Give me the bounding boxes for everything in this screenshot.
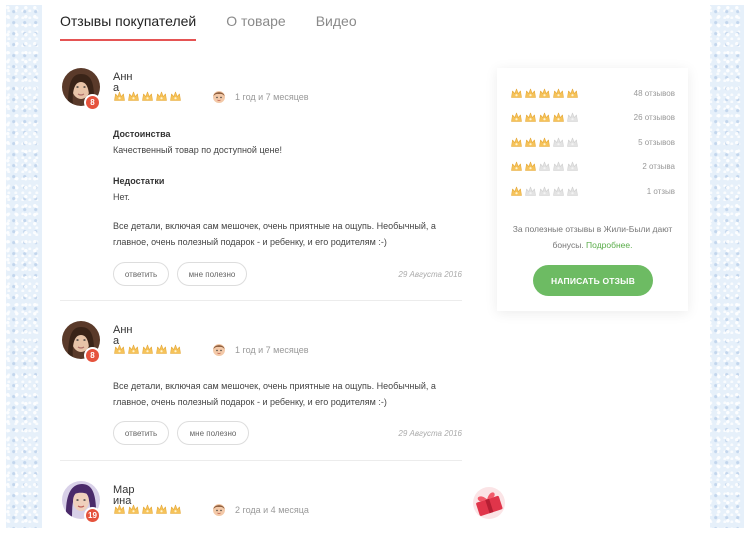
divider — [60, 300, 462, 301]
star-filled-icon — [511, 112, 522, 122]
divider — [60, 460, 462, 461]
product-tabs: Отзывы покупателей О товаре Видео — [60, 13, 357, 41]
star-filled-icon — [114, 91, 125, 101]
pros-text: Качественный товар по доступной цене! — [113, 145, 282, 155]
rating-count: 26 отзывов — [633, 113, 675, 122]
rating-count: 48 отзывов — [633, 89, 675, 98]
pros-title: Достоинства — [113, 129, 171, 139]
rating-row[interactable]: 26 отзывов — [510, 111, 675, 125]
review-comment: Все детали, включая сам мешочек, очень п… — [113, 381, 436, 407]
background-pattern-right — [708, 5, 744, 528]
star-filled-icon — [539, 137, 550, 147]
star-filled-icon — [525, 161, 536, 171]
star-empty-icon — [553, 161, 564, 171]
rating-row[interactable]: 2 отзыва — [510, 160, 675, 174]
review-item: 19 Марина 2 года и 4 месяца — [60, 481, 462, 528]
review-item: 8 Анна 1 год и 7 месяцев Все детали, вкл… — [60, 321, 462, 451]
tab-reviews[interactable]: Отзывы покупателей — [60, 13, 197, 41]
baby-face-icon — [213, 91, 225, 103]
cons-title: Недостатки — [113, 176, 165, 186]
rating-stars — [510, 136, 579, 149]
rating-row[interactable]: 1 отзыв — [510, 185, 675, 199]
baby-face-icon — [213, 344, 225, 356]
star-empty-icon — [553, 186, 564, 196]
cons-text: Нет. — [113, 192, 130, 202]
user-level-badge: 19 — [84, 507, 101, 524]
star-filled-icon — [525, 88, 536, 98]
star-filled-icon — [511, 88, 522, 98]
star-empty-icon — [553, 137, 564, 147]
bonus-info: За полезные отзывы в Жили-Были дают бону… — [509, 221, 676, 253]
star-empty-icon — [567, 186, 578, 196]
child-age: 1 год и 7 месяцев — [235, 92, 309, 102]
rating-count: 1 отзыв — [646, 187, 675, 196]
star-empty-icon — [539, 186, 550, 196]
star-filled-icon — [128, 91, 139, 101]
background-pattern-left — [6, 5, 42, 528]
star-filled-icon — [525, 112, 536, 122]
star-empty-icon — [567, 112, 578, 122]
star-filled-icon — [142, 91, 153, 101]
star-filled-icon — [142, 344, 153, 354]
star-filled-icon — [170, 91, 181, 101]
tab-video[interactable]: Видео — [316, 13, 357, 41]
review-stars — [113, 90, 182, 103]
star-filled-icon — [142, 504, 153, 514]
star-filled-icon — [114, 344, 125, 354]
star-filled-icon — [511, 186, 522, 196]
review-date: 29 Августа 2016 — [398, 429, 462, 438]
review-date: 29 Августа 2016 — [398, 270, 462, 279]
star-filled-icon — [114, 504, 125, 514]
child-age: 1 год и 7 месяцев — [235, 345, 309, 355]
star-filled-icon — [128, 344, 139, 354]
star-filled-icon — [156, 91, 167, 101]
rating-row[interactable]: 48 отзывов — [510, 87, 675, 101]
review-stars — [113, 343, 182, 356]
rating-stars — [510, 185, 579, 198]
product-content-panel: Отзывы покупателей О товаре Видео 8 Анна… — [42, 5, 710, 528]
star-empty-icon — [539, 161, 550, 171]
star-empty-icon — [525, 186, 536, 196]
write-review-button[interactable]: НАПИСАТЬ ОТЗЫВ — [533, 265, 653, 296]
star-filled-icon — [511, 161, 522, 171]
rating-count: 5 отзывов — [638, 138, 675, 147]
review-comment: Все детали, включая сам мешочек, очень п… — [113, 221, 436, 247]
star-empty-icon — [567, 161, 578, 171]
rating-stars — [510, 160, 579, 173]
bonus-details-link[interactable]: Подробнее. — [586, 240, 632, 250]
star-filled-icon — [567, 88, 578, 98]
star-filled-icon — [156, 504, 167, 514]
star-filled-icon — [539, 112, 550, 122]
tab-about-product[interactable]: О товаре — [226, 13, 285, 41]
review-stars — [113, 503, 182, 516]
helpful-button[interactable]: мне полезно — [177, 421, 249, 445]
rating-stars — [510, 87, 579, 100]
child-age: 2 года и 4 месяца — [235, 505, 309, 515]
star-filled-icon — [156, 344, 167, 354]
star-empty-icon — [567, 137, 578, 147]
reply-button[interactable]: ответить — [113, 421, 169, 445]
reply-button[interactable]: ответить — [113, 262, 169, 286]
star-filled-icon — [539, 88, 550, 98]
gift-icon — [473, 487, 505, 519]
user-level-badge: 8 — [84, 94, 101, 111]
review-item: 8 Анна 1 год и 7 месяцев Достоинства Кач… — [60, 68, 462, 288]
star-filled-icon — [553, 88, 564, 98]
star-filled-icon — [553, 112, 564, 122]
star-filled-icon — [170, 344, 181, 354]
user-level-badge: 8 — [84, 347, 101, 364]
baby-face-icon — [213, 504, 225, 516]
helpful-button[interactable]: мне полезно — [177, 262, 247, 286]
rating-row[interactable]: 5 отзывов — [510, 136, 675, 150]
rating-summary-card: 48 отзывов 26 отзывов 5 отзывов 2 отзыва… — [497, 68, 688, 311]
star-filled-icon — [511, 137, 522, 147]
star-filled-icon — [170, 504, 181, 514]
star-filled-icon — [128, 504, 139, 514]
rating-count: 2 отзыва — [642, 162, 675, 171]
star-filled-icon — [525, 137, 536, 147]
rating-stars — [510, 111, 579, 124]
